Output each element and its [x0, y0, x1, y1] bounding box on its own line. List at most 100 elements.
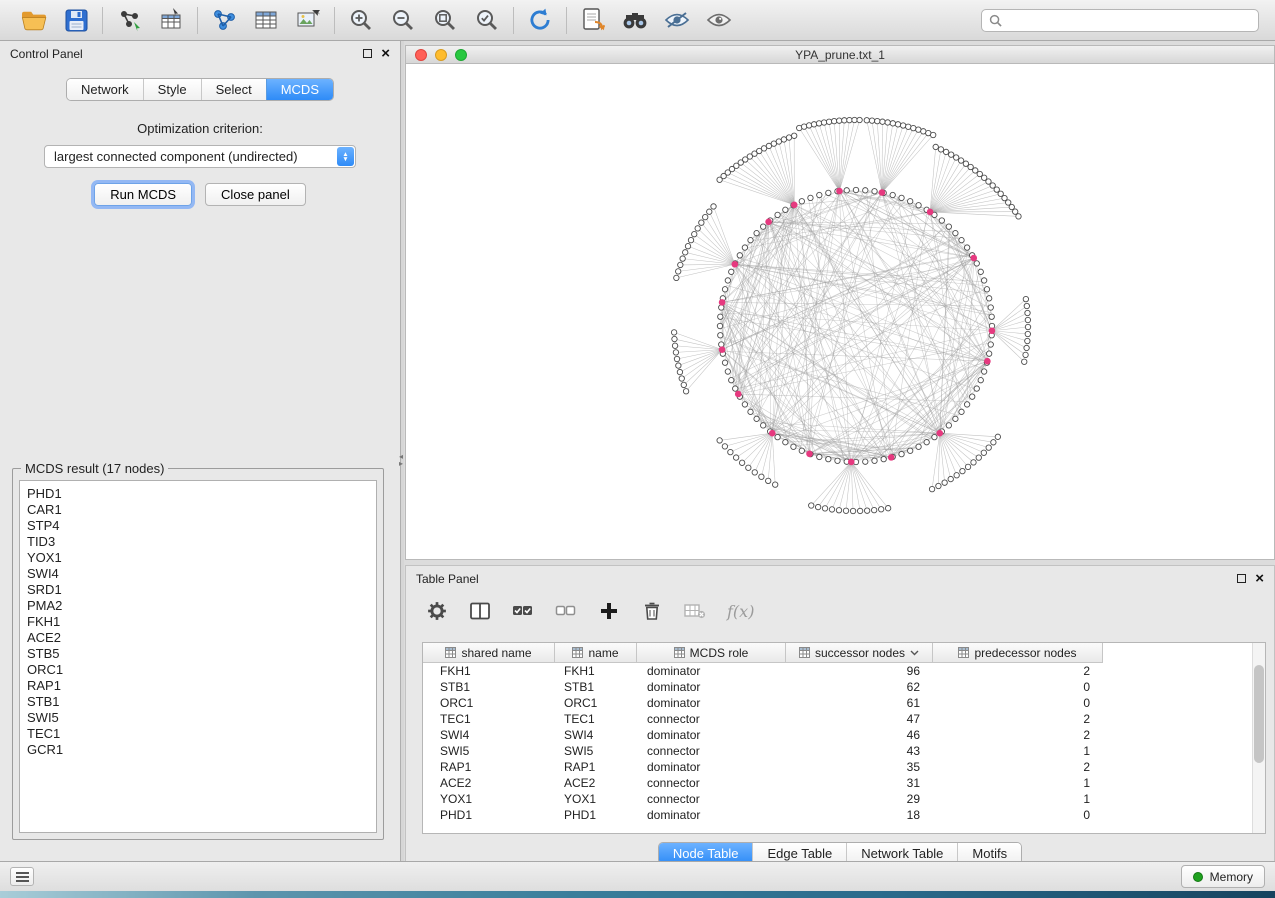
cell-mcds_role[interactable]: connector — [637, 792, 786, 806]
mcds-result-item[interactable]: FKH1 — [27, 614, 369, 630]
new-table-icon[interactable] — [252, 6, 280, 34]
cell-predecessor_nodes[interactable]: 1 — [933, 792, 1103, 806]
cell-name[interactable]: RAP1 — [555, 760, 637, 774]
network-canvas[interactable] — [406, 64, 1274, 559]
mcds-result-item[interactable]: GCR1 — [27, 742, 369, 758]
task-list-icon[interactable] — [10, 867, 34, 886]
cell-name[interactable]: FKH1 — [555, 664, 637, 678]
select-all-icon[interactable] — [512, 600, 534, 622]
cell-shared_name[interactable]: SWI5 — [423, 744, 555, 758]
search-input[interactable] — [1007, 13, 1251, 27]
scrollbar-thumb[interactable] — [1254, 665, 1264, 763]
window-maximize-icon[interactable] — [455, 49, 467, 61]
close-table-panel-icon[interactable]: × — [1255, 574, 1264, 583]
column-header-name[interactable]: name — [555, 643, 637, 663]
splitter-handle-icon[interactable]: ◂▸ — [399, 453, 403, 467]
zoom-selected-icon[interactable] — [473, 6, 501, 34]
cell-mcds_role[interactable]: dominator — [637, 728, 786, 742]
trash-icon[interactable] — [641, 600, 663, 622]
cell-successor_nodes[interactable]: 29 — [786, 792, 933, 806]
close-panel-icon[interactable]: × — [381, 49, 390, 58]
table-scrollbar[interactable] — [1252, 643, 1265, 833]
table-row[interactable]: PHD1PHD1dominator180 — [423, 807, 1265, 823]
gear-icon[interactable] — [426, 600, 448, 622]
tab-network[interactable]: Network — [67, 79, 143, 100]
open-folder-icon[interactable] — [20, 6, 48, 34]
network-titlebar[interactable]: YPA_prune.txt_1 — [406, 46, 1274, 64]
toolbar-search[interactable] — [981, 9, 1259, 32]
cell-mcds_role[interactable]: dominator — [637, 696, 786, 710]
mcds-result-item[interactable]: ORC1 — [27, 662, 369, 678]
cell-successor_nodes[interactable]: 18 — [786, 808, 933, 822]
cell-name[interactable]: TEC1 — [555, 712, 637, 726]
table-row[interactable]: SWI4SWI4dominator462 — [423, 727, 1265, 743]
cell-predecessor_nodes[interactable]: 0 — [933, 680, 1103, 694]
cell-name[interactable]: SWI5 — [555, 744, 637, 758]
mcds-result-item[interactable]: RAP1 — [27, 678, 369, 694]
mcds-result-item[interactable]: SWI4 — [27, 566, 369, 582]
cell-successor_nodes[interactable]: 35 — [786, 760, 933, 774]
table-row[interactable]: STB1STB1dominator620 — [423, 679, 1265, 695]
mcds-result-item[interactable]: STB1 — [27, 694, 369, 710]
mcds-result-item[interactable]: ACE2 — [27, 630, 369, 646]
table-row[interactable]: FKH1FKH1dominator962 — [423, 663, 1265, 679]
import-table-from-file-icon[interactable] — [157, 6, 185, 34]
cell-successor_nodes[interactable]: 61 — [786, 696, 933, 710]
column-header-predecessor-nodes[interactable]: predecessor nodes — [933, 643, 1103, 663]
import-network-from-file-icon[interactable] — [115, 6, 143, 34]
table-row[interactable]: RAP1RAP1dominator352 — [423, 759, 1265, 775]
cell-name[interactable]: STB1 — [555, 680, 637, 694]
export-image-icon[interactable] — [294, 6, 322, 34]
unselect-all-icon[interactable] — [555, 600, 577, 622]
mcds-result-item[interactable]: TID3 — [27, 534, 369, 550]
mcds-result-item[interactable]: TEC1 — [27, 726, 369, 742]
mcds-result-item[interactable]: YOX1 — [27, 550, 369, 566]
cell-successor_nodes[interactable]: 31 — [786, 776, 933, 790]
memory-button[interactable]: Memory — [1181, 865, 1265, 888]
cell-shared_name[interactable]: PHD1 — [423, 808, 555, 822]
zoom-in-icon[interactable] — [347, 6, 375, 34]
cell-mcds_role[interactable]: connector — [637, 744, 786, 758]
cell-shared_name[interactable]: RAP1 — [423, 760, 555, 774]
cell-successor_nodes[interactable]: 46 — [786, 728, 933, 742]
refresh-icon[interactable] — [526, 6, 554, 34]
cell-name[interactable]: PHD1 — [555, 808, 637, 822]
cell-predecessor_nodes[interactable]: 0 — [933, 808, 1103, 822]
cell-mcds_role[interactable]: dominator — [637, 664, 786, 678]
criterion-dropdown[interactable]: largest connected component (undirected)… — [44, 145, 356, 168]
cell-mcds_role[interactable]: connector — [637, 776, 786, 790]
mcds-result-item[interactable]: SRD1 — [27, 582, 369, 598]
table-row[interactable]: ACE2ACE2connector311 — [423, 775, 1265, 791]
mcds-result-item[interactable]: PMA2 — [27, 598, 369, 614]
mcds-result-list[interactable]: PHD1CAR1STP4TID3YOX1SWI4SRD1PMA2FKH1ACE2… — [19, 480, 377, 833]
zoom-out-icon[interactable] — [389, 6, 417, 34]
table-row[interactable]: SWI5SWI5connector431 — [423, 743, 1265, 759]
float-table-panel-icon[interactable] — [1237, 574, 1246, 583]
cell-shared_name[interactable]: TEC1 — [423, 712, 555, 726]
save-icon[interactable] — [62, 6, 90, 34]
cell-mcds_role[interactable]: dominator — [637, 760, 786, 774]
cell-mcds_role[interactable]: connector — [637, 712, 786, 726]
cell-successor_nodes[interactable]: 47 — [786, 712, 933, 726]
mcds-result-item[interactable]: CAR1 — [27, 502, 369, 518]
cell-shared_name[interactable]: SWI4 — [423, 728, 555, 742]
mcds-result-item[interactable]: PHD1 — [27, 486, 369, 502]
cell-predecessor_nodes[interactable]: 2 — [933, 760, 1103, 774]
cell-predecessor_nodes[interactable]: 2 — [933, 664, 1103, 678]
cell-name[interactable]: SWI4 — [555, 728, 637, 742]
columns-icon[interactable] — [469, 600, 491, 622]
cell-shared_name[interactable]: FKH1 — [423, 664, 555, 678]
cell-name[interactable]: YOX1 — [555, 792, 637, 806]
hide-details-eye-icon[interactable] — [663, 6, 691, 34]
cell-shared_name[interactable]: YOX1 — [423, 792, 555, 806]
run-mcds-button[interactable]: Run MCDS — [94, 183, 192, 206]
cell-mcds_role[interactable]: dominator — [637, 808, 786, 822]
table-row[interactable]: YOX1YOX1connector291 — [423, 791, 1265, 807]
tab-select[interactable]: Select — [201, 79, 266, 100]
mcds-result-item[interactable]: SWI5 — [27, 710, 369, 726]
zoom-fit-icon[interactable] — [431, 6, 459, 34]
tab-style[interactable]: Style — [143, 79, 201, 100]
cell-shared_name[interactable]: STB1 — [423, 680, 555, 694]
cell-predecessor_nodes[interactable]: 1 — [933, 744, 1103, 758]
cell-predecessor_nodes[interactable]: 1 — [933, 776, 1103, 790]
